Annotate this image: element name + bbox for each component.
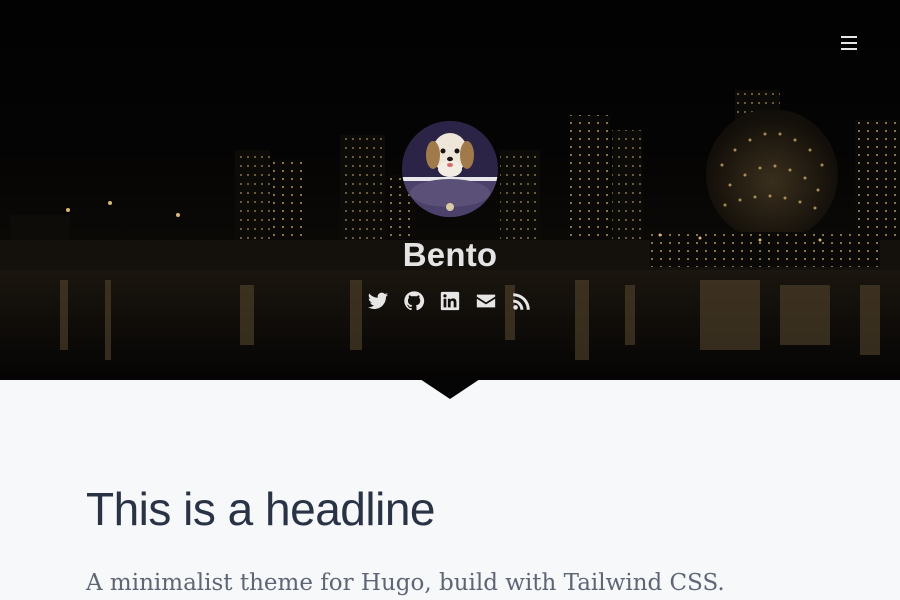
hero-pointer-notch: [420, 379, 480, 399]
rss-icon[interactable]: [511, 290, 533, 312]
linkedin-icon[interactable]: [439, 290, 461, 312]
hero-banner: Bento: [0, 0, 900, 380]
social-links: [0, 290, 900, 312]
menu-line: [841, 48, 857, 50]
github-icon[interactable]: [403, 290, 425, 312]
page-subtitle: A minimalist theme for Hugo, build with …: [86, 570, 725, 596]
hamburger-menu-icon[interactable]: [838, 33, 860, 53]
dog-avatar-image: [402, 121, 498, 217]
page-headline: This is a headline: [86, 483, 435, 535]
menu-line: [841, 42, 857, 44]
menu-line: [841, 36, 857, 38]
twitter-icon[interactable]: [367, 290, 389, 312]
avatar[interactable]: [402, 121, 498, 217]
site-title[interactable]: Bento: [0, 236, 900, 274]
envelope-icon[interactable]: [475, 290, 497, 312]
